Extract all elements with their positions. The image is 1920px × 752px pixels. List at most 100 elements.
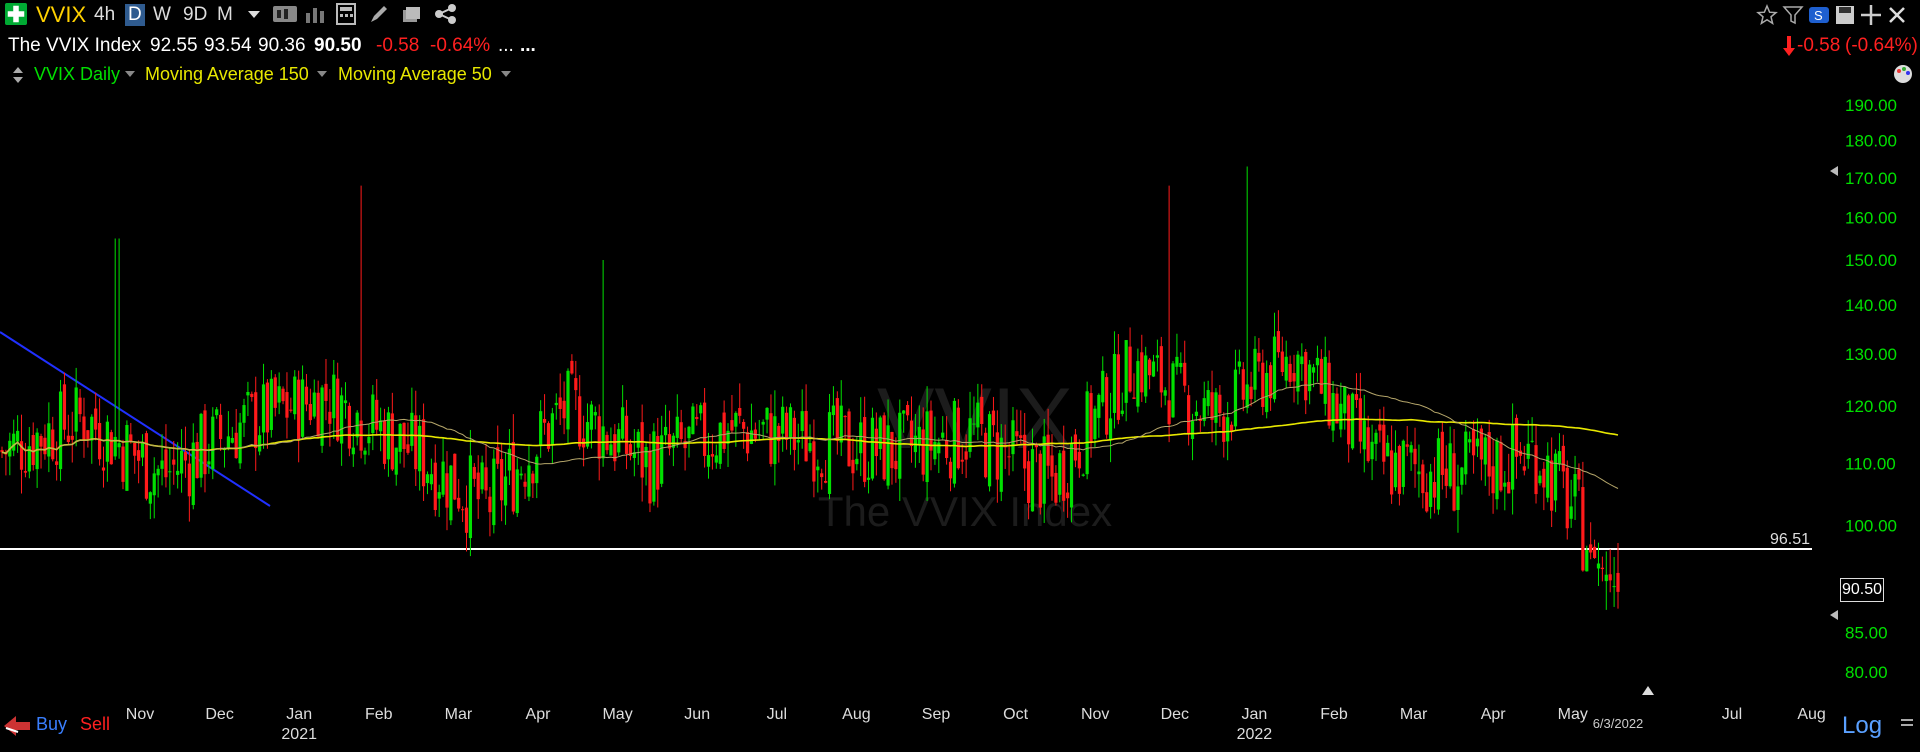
candle-body	[1401, 440, 1405, 487]
y-axis-tick-label: 170.00	[1845, 169, 1897, 188]
candle-body	[1155, 355, 1160, 358]
candle-body	[1417, 471, 1421, 475]
candle-body	[1101, 370, 1105, 403]
legend-ma150[interactable]: Moving Average 150	[145, 64, 309, 85]
candle-body	[1007, 456, 1011, 458]
candle-body	[1237, 361, 1241, 367]
candle-body	[535, 456, 539, 484]
timeframe-weekly[interactable]: W	[153, 4, 171, 26]
candle-body	[230, 438, 234, 443]
candle-body	[1050, 455, 1054, 477]
log-scale-toggle[interactable]: Log	[1842, 712, 1882, 740]
palette-icon[interactable]	[1892, 64, 1914, 84]
candle-body	[1592, 546, 1597, 558]
more-button[interactable]: ...	[520, 35, 536, 57]
candle-body	[1042, 436, 1046, 504]
legend-ma50[interactable]: Moving Average 50	[338, 64, 492, 85]
buy-button[interactable]: Buy	[36, 714, 67, 735]
chevron-down-icon[interactable]	[124, 68, 136, 80]
candle-body	[1046, 434, 1050, 466]
candle-body	[742, 421, 746, 429]
candle-body	[656, 436, 660, 490]
timeframe-4h[interactable]: 4h	[94, 4, 115, 26]
candle-body	[706, 455, 711, 467]
x-axis-year-label: 2022	[1237, 726, 1273, 743]
candle-body	[414, 415, 418, 470]
candle-body	[308, 404, 312, 421]
add-icon[interactable]	[4, 3, 28, 25]
candle-body	[980, 396, 984, 424]
chevron-down-icon[interactable]	[500, 68, 512, 80]
candle-body	[351, 447, 355, 455]
chevron-down-icon[interactable]	[316, 68, 328, 80]
close-icon[interactable]	[1886, 4, 1908, 26]
candle-body	[1097, 394, 1101, 418]
candle-body	[960, 459, 964, 462]
sell-button[interactable]: Sell	[80, 714, 110, 735]
candle-body	[507, 448, 512, 471]
settings-badge-icon[interactable]: S	[1808, 4, 1830, 26]
candle-body	[390, 413, 394, 470]
candle-body	[484, 467, 488, 491]
candle-body	[457, 497, 461, 509]
candle-body	[234, 432, 238, 459]
dropdown-arrow-icon[interactable]	[246, 3, 262, 25]
candle-body	[765, 407, 769, 420]
y-axis-tick-label: 120.00	[1845, 397, 1897, 416]
candle-body	[792, 417, 796, 450]
ellipsis-field: ...	[498, 35, 514, 56]
x-axis-tick-label: Nov	[1081, 706, 1109, 723]
save-icon[interactable]	[1834, 4, 1856, 26]
x-axis-tick-label: Nov	[126, 706, 154, 723]
symbol-label[interactable]: VVIX	[36, 2, 86, 28]
candle-body	[226, 436, 230, 448]
candle-body	[1386, 442, 1390, 457]
sort-arrows-icon[interactable]	[12, 66, 24, 84]
timeframe-daily[interactable]: D	[125, 4, 145, 26]
x-axis-tick-label: Mar	[1400, 706, 1428, 723]
price-chart[interactable]: VVIX The VVIX Index 96.51 80.00 85.00 100.00 1…	[0, 0, 1920, 752]
candle-body	[1136, 361, 1140, 407]
change-value: -0.58	[376, 35, 420, 56]
candle-body	[1581, 487, 1585, 571]
candle-body	[722, 412, 726, 449]
chart-type-icon[interactable]	[272, 3, 298, 25]
y-axis-tick-label: 100.00	[1845, 517, 1897, 536]
candle-body	[1132, 397, 1136, 399]
candle-body	[277, 386, 281, 403]
candle-body	[1573, 474, 1577, 497]
candle-body	[12, 433, 16, 451]
candle-body	[617, 429, 621, 453]
candle-body	[1229, 424, 1234, 431]
draw-pencil-icon[interactable]	[368, 3, 390, 25]
timeframe-9d[interactable]: 9D	[183, 4, 207, 26]
candle-body	[687, 426, 691, 439]
filter-icon[interactable]	[1782, 4, 1804, 26]
candle-body	[1393, 452, 1398, 488]
candle-body	[86, 430, 90, 440]
candle-body	[168, 471, 172, 473]
timeframe-monthly[interactable]: M	[217, 4, 233, 26]
candle-body	[261, 384, 266, 433]
x-axis-year-label: 2021	[281, 726, 317, 743]
candle-body	[597, 416, 601, 459]
candle-body	[566, 370, 570, 430]
candle-body	[1436, 438, 1441, 510]
move-icon[interactable]	[1860, 4, 1882, 26]
menu-icon[interactable]	[1900, 716, 1914, 732]
layers-icon[interactable]	[400, 3, 422, 25]
trade-icon[interactable]	[2, 712, 32, 741]
candle-body	[1542, 468, 1546, 488]
star-icon[interactable]	[1756, 4, 1778, 26]
share-icon[interactable]	[434, 3, 458, 25]
candle-body	[140, 441, 145, 458]
candle-body	[1350, 393, 1355, 449]
candle-body	[1038, 453, 1042, 508]
calculator-icon[interactable]	[334, 3, 358, 25]
bar-chart-icon[interactable]	[304, 3, 326, 25]
legend-series[interactable]: VVIX Daily	[34, 64, 120, 85]
candle-body	[1175, 356, 1179, 367]
candle-body	[1116, 354, 1120, 420]
candle-body	[312, 392, 316, 417]
candle-body	[1390, 450, 1394, 495]
